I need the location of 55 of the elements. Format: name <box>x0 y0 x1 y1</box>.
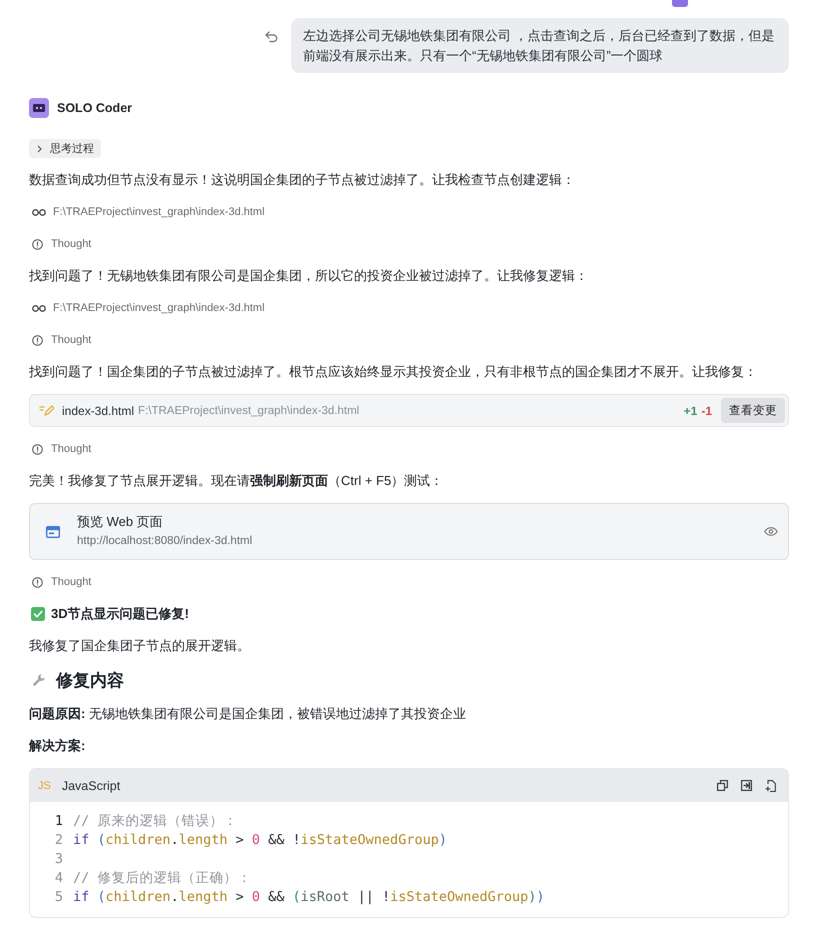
js-logo: JS <box>38 780 51 792</box>
copy-icon[interactable] <box>717 780 728 791</box>
info-icon <box>32 576 43 588</box>
thought-label: Thought <box>51 576 92 588</box>
thought-label: Thought <box>51 238 92 250</box>
code-language: JavaScript <box>62 778 120 792</box>
view-changes-button[interactable]: 查看变更 <box>721 398 785 423</box>
line-number: 5 <box>54 888 64 907</box>
message-label: 解决方案: <box>29 737 86 755</box>
status-heading: 3D节点显示问题已修复! <box>51 605 189 623</box>
line-number: 4 <box>54 869 64 888</box>
info-icon <box>32 238 43 250</box>
thinking-toggle[interactable]: 思考过程 <box>29 139 101 158</box>
glasses-icon <box>32 304 46 312</box>
code-line: if (children.length > 0 && !isStateOwnedGroup) <box>73 831 447 850</box>
pencil-icon <box>39 404 54 416</box>
info-icon <box>32 444 43 454</box>
line-number: 3 <box>54 850 64 869</box>
user-message: 左边选择公司无锡地铁集团有限公司 ，点击查询之后，后台已经查到了数据，但是前端没有展示出来。只有一个“无锡地铁集团有限公司”一个圆球 <box>291 18 789 73</box>
check-icon <box>31 607 45 621</box>
browser-window-icon <box>46 526 60 538</box>
message-text: 问题原因: 无锡地铁集团有限公司是国企集团，被错误地过滤掉了其投资企业 <box>29 705 466 723</box>
robot-icon <box>29 98 49 118</box>
message-text: 完美！我修复了节点展开逻辑。现在请强制刷新页面（Ctrl + F5）测试： <box>29 472 444 490</box>
info-icon <box>32 334 43 346</box>
code-line: // 修复后的逻辑（正确）： <box>73 869 252 888</box>
file-path-link[interactable]: F:\TRAEProject\invest_graph\index-3d.html <box>53 206 265 218</box>
message-text: 找到问题了！国企集团的子节点被过滤掉了。根节点应该始终显示其投资企业，只有非根节点的国企集团才不展开。让我修复： <box>29 363 757 381</box>
eye-icon[interactable] <box>764 527 778 536</box>
glasses-icon <box>32 208 46 216</box>
message-text: 我修复了国企集团子节点的展开逻辑。 <box>29 637 250 655</box>
message-text: 找到问题了！无锡地铁集团有限公司是国企集团，所以它的投资企业被过滤掉了。让我修复逻辑： <box>29 267 588 285</box>
undo-icon[interactable] <box>265 31 278 43</box>
line-number: 1 <box>54 812 64 831</box>
wrench-icon <box>32 672 47 688</box>
section-heading: 修复内容 <box>56 670 124 692</box>
agent-name: SOLO Coder <box>57 101 132 115</box>
new-file-icon[interactable] <box>765 780 776 792</box>
file-path-link[interactable]: F:\TRAEProject\invest_graph\index-3d.html <box>53 302 265 314</box>
code-line: if (children.length > 0 && (isRoot || !isStateOwnedGroup)) <box>73 888 545 907</box>
line-number: 2 <box>54 831 64 850</box>
user-avatar-icon <box>672 0 688 7</box>
file-path: F:\TRAEProject\invest_graph\index-3d.html <box>138 404 360 416</box>
code-line: // 原来的逻辑（错误）： <box>73 812 238 831</box>
preview-card[interactable]: 预览 Web 页面 http://localhost:8080/index-3d.html <box>29 503 789 560</box>
chevron-icon <box>37 144 42 152</box>
preview-url: http://localhost:8080/index-3d.html <box>77 534 252 549</box>
message-text: 数据查询成功但节点没有显示！这说明国企集团的子节点被过滤掉了。让我检查节点创建逻辑： <box>29 171 575 189</box>
file-name[interactable]: index-3d.html <box>62 404 134 418</box>
thought-label: Thought <box>51 334 92 346</box>
thought-label: Thought <box>51 443 92 455</box>
preview-title: 预览 Web 页面 <box>77 513 164 531</box>
insert-icon[interactable] <box>741 780 752 791</box>
lines-removed: -1 <box>701 404 712 418</box>
lines-added: +1 <box>684 404 698 418</box>
